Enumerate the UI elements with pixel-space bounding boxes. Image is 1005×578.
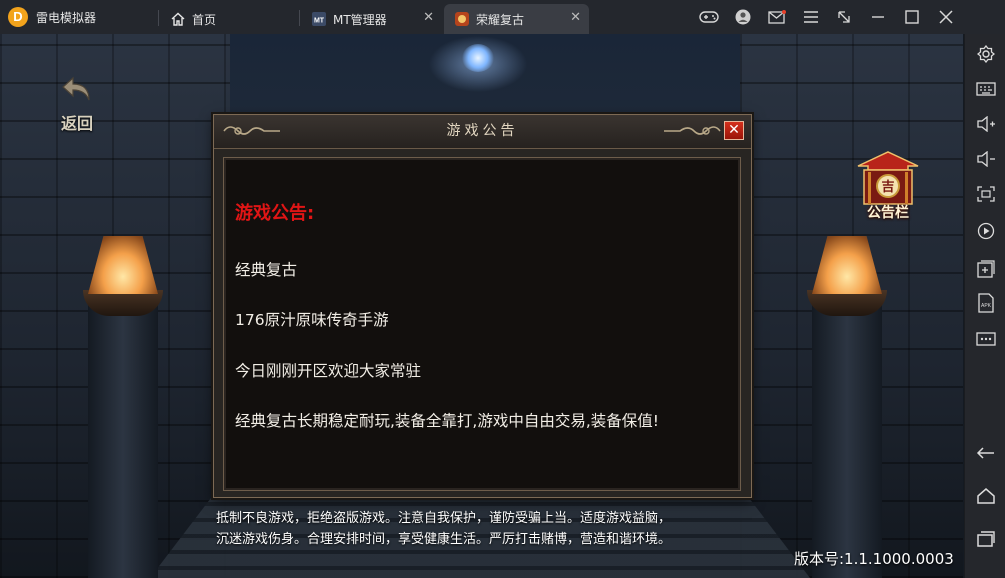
recent-apps-icon[interactable]: [965, 524, 1005, 554]
notice-line: 经典复古长期稳定耐玩,装备全靠打,游戏中自由交易,装备保值!: [235, 412, 659, 430]
version-label: 版本号:1.1.1000.0003: [794, 550, 954, 568]
dialog-title: 游戏公告: [446, 123, 519, 139]
tab-close-icon[interactable]: ✕: [570, 10, 581, 25]
record-icon[interactable]: [965, 216, 1005, 246]
volume-up-icon[interactable]: [965, 109, 1005, 139]
back-label: 返回: [60, 114, 93, 133]
notice-line: 176原汁原味传奇手游: [235, 311, 389, 329]
emulator-title-bar: D 雷电模拟器 首页 MT MT管理器 ✕ 荣耀复古 ✕: [0, 0, 1005, 34]
health-advisory-line: 抵制不良游戏，拒绝盗版游戏。注意自我保护，谨防受骗上当。适度游戏益脑，: [216, 511, 672, 526]
add-app-icon[interactable]: [965, 254, 1005, 284]
gamepad-icon[interactable]: [693, 0, 725, 34]
home-icon[interactable]: [965, 481, 1005, 511]
dialog-header: 游戏公告 ✕: [214, 115, 751, 149]
screenshot-icon[interactable]: [965, 179, 1005, 209]
svg-text:MT: MT: [314, 18, 325, 25]
maximize-icon[interactable]: [896, 0, 928, 34]
home-icon: [170, 11, 186, 27]
ldplayer-logo-icon: D: [8, 7, 28, 27]
pavilion-icon: 吉: [857, 151, 919, 205]
mail-icon[interactable]: [761, 0, 793, 34]
back-button[interactable]: 返回: [55, 74, 99, 133]
avatar-icon[interactable]: [727, 0, 759, 34]
back-icon[interactable]: [965, 438, 1005, 468]
health-advisory: 抵制不良游戏，拒绝盗版游戏。注意自我保护，谨防受骗上当。适度游戏益脑， 沉迷游戏…: [216, 508, 671, 550]
notice-board-label: 公告栏: [867, 205, 909, 221]
right-pillar: [812, 304, 882, 578]
emulator-sidebar: APK: [964, 34, 1005, 578]
ceiling-gem-light: [462, 44, 494, 72]
tab-separator: [299, 10, 300, 26]
game-viewport[interactable]: 返回 吉 公告栏 游戏公告 ✕ 游戏公告: 经典复古 176原汁原味传奇手游 今…: [0, 34, 963, 578]
tab-label: MT管理器: [333, 12, 387, 27]
tab-game[interactable]: 荣耀复古 ✕: [444, 4, 589, 34]
mt-app-icon: MT: [311, 11, 327, 27]
apk-install-icon[interactable]: APK: [965, 288, 1005, 318]
notice-board-button[interactable]: 吉 公告栏: [846, 150, 930, 222]
notice-line: 经典复古: [235, 261, 298, 279]
tab-label: 荣耀复古: [476, 12, 525, 27]
keyboard-icon[interactable]: [965, 74, 1005, 104]
app-name: 雷电模拟器: [36, 10, 97, 25]
notice-line: 今日刚刚开区欢迎大家常驻: [235, 362, 422, 380]
resize-icon[interactable]: [828, 0, 860, 34]
tab-home[interactable]: 首页: [160, 4, 298, 34]
menu-icon[interactable]: [795, 0, 827, 34]
svg-text:APK: APK: [980, 303, 991, 309]
close-icon[interactable]: [930, 0, 962, 34]
tab-close-icon[interactable]: ✕: [423, 10, 434, 25]
left-pillar: [88, 304, 158, 578]
tab-separator: [158, 10, 159, 26]
health-advisory-line: 沉迷游戏伤身。合理安排时间，享受健康生活。严厉打击赌博，营造和谐环境。: [216, 532, 672, 547]
volume-down-icon[interactable]: [965, 144, 1005, 174]
notice-heading: 游戏公告:: [235, 203, 315, 224]
dialog-content: 游戏公告: 经典复古 176原汁原味传奇手游 今日刚刚开区欢迎大家常驻 经典复古…: [223, 157, 741, 491]
game-app-icon: [454, 11, 470, 27]
back-arrow-icon: [62, 76, 90, 101]
app-brand: D 雷电模拟器: [8, 0, 96, 34]
more-icon[interactable]: [965, 324, 1005, 354]
announcement-dialog: 游戏公告 ✕ 游戏公告: 经典复古 176原汁原味传奇手游 今日刚刚开区欢迎大家…: [213, 114, 752, 498]
minimize-icon[interactable]: [862, 0, 894, 34]
tab-label: 首页: [192, 12, 217, 27]
settings-icon[interactable]: [965, 39, 1005, 69]
dialog-close-button[interactable]: ✕: [724, 121, 744, 140]
notice-glyph: 吉: [881, 180, 894, 195]
tab-mt-manager[interactable]: MT MT管理器 ✕: [301, 4, 442, 34]
